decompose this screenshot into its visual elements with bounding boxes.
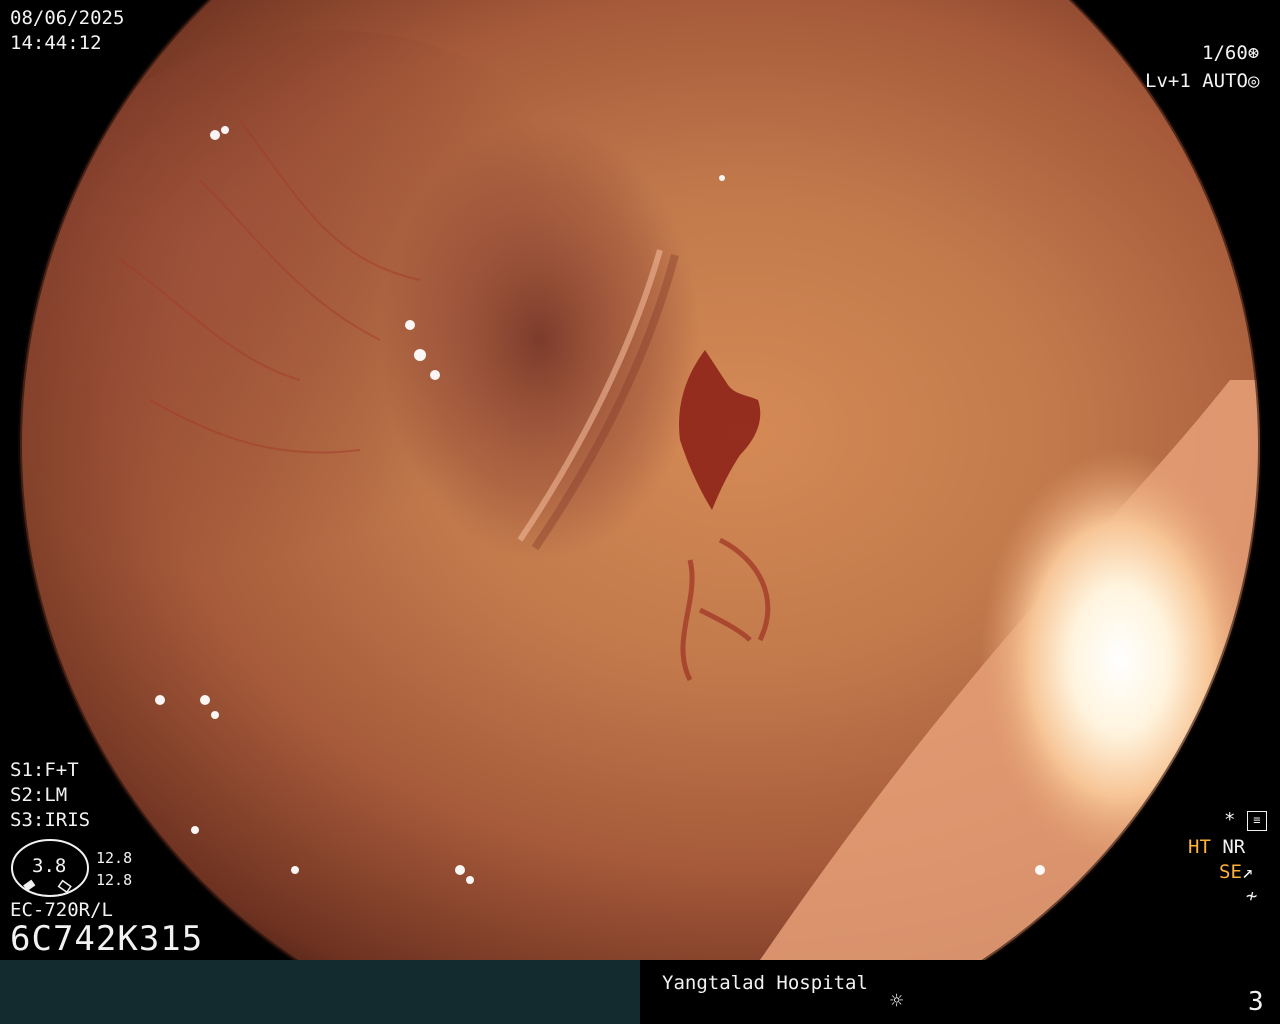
gauge-reading-top: 12.8 <box>96 849 133 867</box>
nr-indicator: NR <box>1222 836 1246 858</box>
bottom-bar-right-panel: Yangtalad Hospital ☼ 3 <box>640 960 1280 1024</box>
hospital-name: Yangtalad Hospital <box>662 972 868 994</box>
status-icons-row: * ≡ <box>1224 808 1267 832</box>
curve-icon: ↗ <box>1241 861 1254 883</box>
level-value: Lv+1 <box>1145 70 1191 92</box>
settings-sliders-icon: ≡ <box>1246 810 1267 831</box>
setting-s3: S3:IRIS <box>10 809 91 831</box>
auto-iris-icon: ◎ <box>1247 70 1260 92</box>
endoscope-image <box>0 0 1280 960</box>
star-icon: * <box>1224 809 1236 831</box>
time-label: 14:44:12 <box>10 32 102 54</box>
sun-icon: ☼ <box>890 989 904 1014</box>
gauge-value: 3.8 <box>32 855 67 877</box>
freeze-icon: ≁ <box>1246 885 1258 907</box>
gauge-reading-bottom: 12.8 <box>96 871 133 889</box>
setting-s1: S1:F+T <box>10 759 79 781</box>
se-row: SE↗ <box>1219 860 1253 884</box>
se-indicator: SE <box>1219 861 1242 883</box>
mode-value: AUTO <box>1202 70 1248 92</box>
ht-nr-row: HT NR <box>1188 835 1245 859</box>
page-number: 3 <box>1248 987 1264 1017</box>
level-mode-label: Lv+1 AUTO◎ <box>1145 69 1259 93</box>
shutter-label: 1/60⊛ <box>1202 41 1259 65</box>
setting-s2: S2:LM <box>10 784 68 806</box>
mucosa-view <box>18 0 1262 960</box>
bottom-bar-left-panel <box>0 960 640 1024</box>
bottom-bar: Yangtalad Hospital ☼ 3 <box>0 960 1280 1024</box>
iris-gauge: 3.8 <box>10 838 94 898</box>
date-label: 08/06/2025 <box>10 7 125 29</box>
shutter-icon: ⊛ <box>1247 42 1260 64</box>
shutter-value: 1/60 <box>1202 42 1248 64</box>
ht-indicator: HT <box>1188 836 1211 858</box>
serial-number: 6C742K315 <box>10 919 204 959</box>
